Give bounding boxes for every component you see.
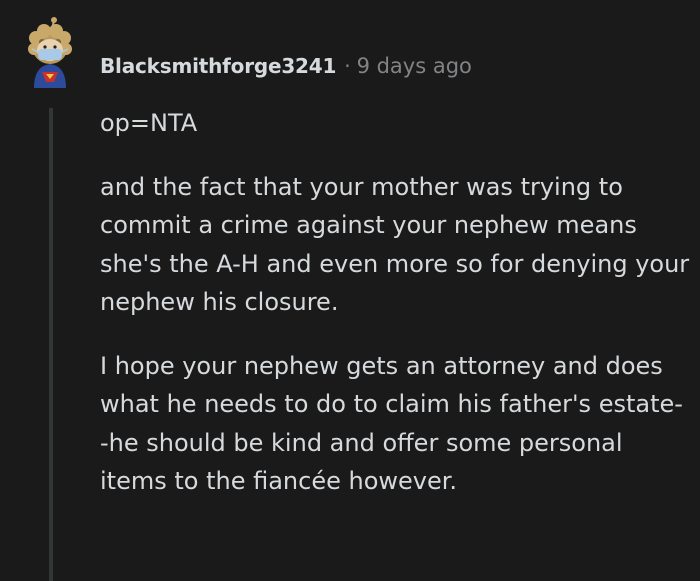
meta-separator: · bbox=[344, 54, 351, 78]
username-link[interactable]: Blacksmithforge3241 bbox=[100, 54, 336, 78]
comment-paragraph-1: op=NTA bbox=[100, 109, 198, 137]
comment-paragraph-3: I hope your nephew gets an attorney and … bbox=[100, 351, 683, 496]
comment: Blacksmithforge3241 · 9 days ago op=NTA … bbox=[0, 0, 700, 581]
user-avatar-icon[interactable] bbox=[22, 16, 78, 90]
comment-body: op=NTA and the fact that your mother was… bbox=[100, 104, 690, 501]
thread-collapse-line[interactable] bbox=[49, 108, 53, 581]
comment-header: Blacksmithforge3241 · 9 days ago bbox=[100, 52, 472, 80]
comment-paragraph-2: and the fact that your mother was trying… bbox=[100, 172, 690, 317]
comment-timestamp[interactable]: 9 days ago bbox=[357, 54, 472, 78]
